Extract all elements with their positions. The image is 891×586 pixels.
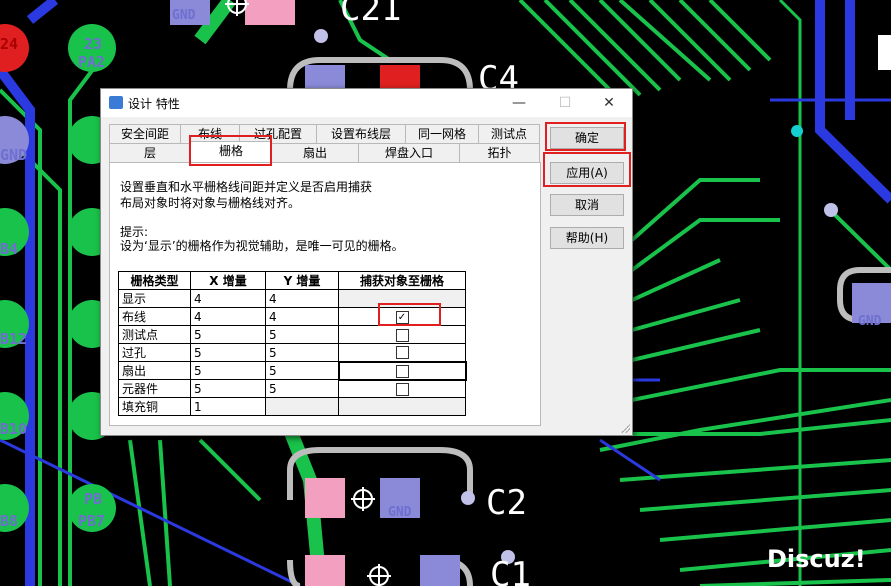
pad-label: GND [388, 505, 412, 520]
grid-type: 扇出 [118, 361, 191, 380]
snap-cell [338, 289, 466, 308]
svg-text:C21: C21 [340, 0, 401, 29]
snap-checkbox[interactable] [395, 382, 409, 396]
y-increment[interactable]: 5 [265, 343, 339, 362]
table-row: 布线 4 4 ✓ [118, 307, 466, 326]
help-button[interactable]: 帮助(H) [550, 227, 624, 249]
description-line-2: 布局对象时将对象与栅格线对齐。 [120, 196, 301, 210]
dialog-titlebar[interactable]: 设计 特性 — ☐ ✕ [101, 89, 632, 117]
cancel-button[interactable]: 取消 [550, 194, 624, 216]
table-row: 填充铜 1 [118, 397, 466, 416]
tab-grid[interactable]: 栅格 [190, 141, 272, 163]
x-increment[interactable]: 4 [190, 307, 266, 326]
tab-layers[interactable]: 层 [109, 143, 191, 162]
column-header: 捕获对象至栅格 [338, 271, 466, 290]
pad-label: B12 [0, 330, 28, 348]
svg-text:C1: C1 [490, 555, 531, 586]
y-increment[interactable]: 4 [265, 307, 339, 326]
resize-grip-icon[interactable] [620, 423, 630, 433]
pad-label: GND [172, 8, 196, 23]
pad-label: PA2 [78, 53, 106, 71]
description-line-1: 设置垂直和水平栅格线间距并定义是否启用捕获 [120, 180, 373, 194]
pad-label: GND [0, 146, 28, 164]
dialog-title: 设计 特性 [128, 97, 180, 111]
design-properties-dialog: 设计 特性 — ☐ ✕ 安全间距 布线 过孔配置 设置布线层 同一网格 测试点 … [100, 88, 633, 436]
snap-checkbox[interactable]: ✓ [395, 310, 409, 324]
tab-fanout[interactable]: 扇出 [271, 143, 359, 162]
snap-checkbox[interactable] [395, 328, 409, 342]
x-increment[interactable]: 5 [190, 361, 266, 380]
x-increment[interactable]: 5 [190, 343, 266, 362]
app-icon [109, 96, 123, 109]
snap-cell [337, 360, 467, 381]
maximize-icon: ☐ [558, 95, 572, 111]
snap-cell [338, 379, 466, 398]
grid-type: 布线 [118, 307, 191, 326]
pad-label: PB [84, 490, 103, 508]
snap-checkbox[interactable] [395, 364, 409, 378]
table-row: 过孔 5 5 [118, 343, 466, 362]
pad-label: B10 [0, 420, 28, 438]
grid-table: 栅格类型 X 增量 Y 增量 捕获对象至栅格 显示 4 4 布线 4 4 ✓ 测… [118, 271, 467, 416]
apply-button[interactable]: 应用(A) [550, 162, 624, 184]
watermark: Discuz! [767, 545, 866, 573]
y-increment[interactable]: 5 [265, 379, 339, 398]
grid-type: 测试点 [118, 325, 191, 344]
grid-tab-panel: 设置垂直和水平栅格线间距并定义是否启用捕获 布局对象时将对象与栅格线对齐。 提示… [109, 162, 541, 426]
svg-text:C2: C2 [486, 483, 527, 523]
tab-pad-entry[interactable]: 焊盘入口 [358, 143, 460, 162]
pad-label: B4 [0, 240, 19, 258]
snap-cell [338, 325, 466, 344]
grid-type: 过孔 [118, 343, 191, 362]
column-header: 栅格类型 [118, 271, 191, 290]
close-icon[interactable]: ✕ [586, 89, 632, 117]
tab-test-points[interactable]: 测试点 [478, 124, 540, 143]
column-header: Y 增量 [265, 271, 339, 290]
pad-label: 23 [84, 35, 103, 53]
pad-label: B8 [0, 512, 19, 530]
pad-label: GND [858, 314, 882, 329]
tab-routing-layers[interactable]: 设置布线层 [316, 124, 406, 143]
column-header: X 增量 [190, 271, 266, 290]
y-increment[interactable]: 5 [265, 361, 339, 380]
table-row: 显示 4 4 [118, 289, 466, 308]
x-increment[interactable]: 5 [190, 325, 266, 344]
snap-cell [338, 397, 466, 416]
y-increment [265, 397, 339, 416]
x-increment[interactable]: 4 [190, 289, 266, 308]
y-increment[interactable]: 4 [265, 289, 339, 308]
snap-cell: ✓ [338, 307, 466, 326]
ok-button[interactable]: 确定 [550, 127, 624, 149]
table-row: 元器件 5 5 [118, 379, 466, 398]
table-row: 扇出 5 5 [118, 360, 467, 381]
pad-label: PB7 [78, 512, 106, 530]
hint-text: 设为‘显示’的栅格作为视觉辅助，是唯一可见的栅格。 [120, 239, 404, 253]
pad-label: 24 [0, 35, 19, 53]
grid-type: 显示 [118, 289, 191, 308]
tab-strip: 安全间距 布线 过孔配置 设置布线层 同一网格 测试点 层 栅格 扇出 焊盘入口… [109, 121, 540, 163]
x-increment[interactable]: 1 [190, 397, 266, 416]
tab-topology[interactable]: 拓扑 [459, 143, 540, 162]
minimize-icon[interactable]: — [496, 89, 542, 117]
table-row: 测试点 5 5 [118, 325, 466, 344]
tab-clearance[interactable]: 安全间距 [109, 124, 181, 143]
tab-same-net[interactable]: 同一网格 [405, 124, 479, 143]
x-increment[interactable]: 5 [190, 379, 266, 398]
snap-checkbox[interactable] [395, 346, 409, 360]
snap-cell [338, 343, 466, 362]
grid-type: 元器件 [118, 379, 191, 398]
grid-type: 填充铜 [118, 397, 191, 416]
y-increment[interactable]: 5 [265, 325, 339, 344]
